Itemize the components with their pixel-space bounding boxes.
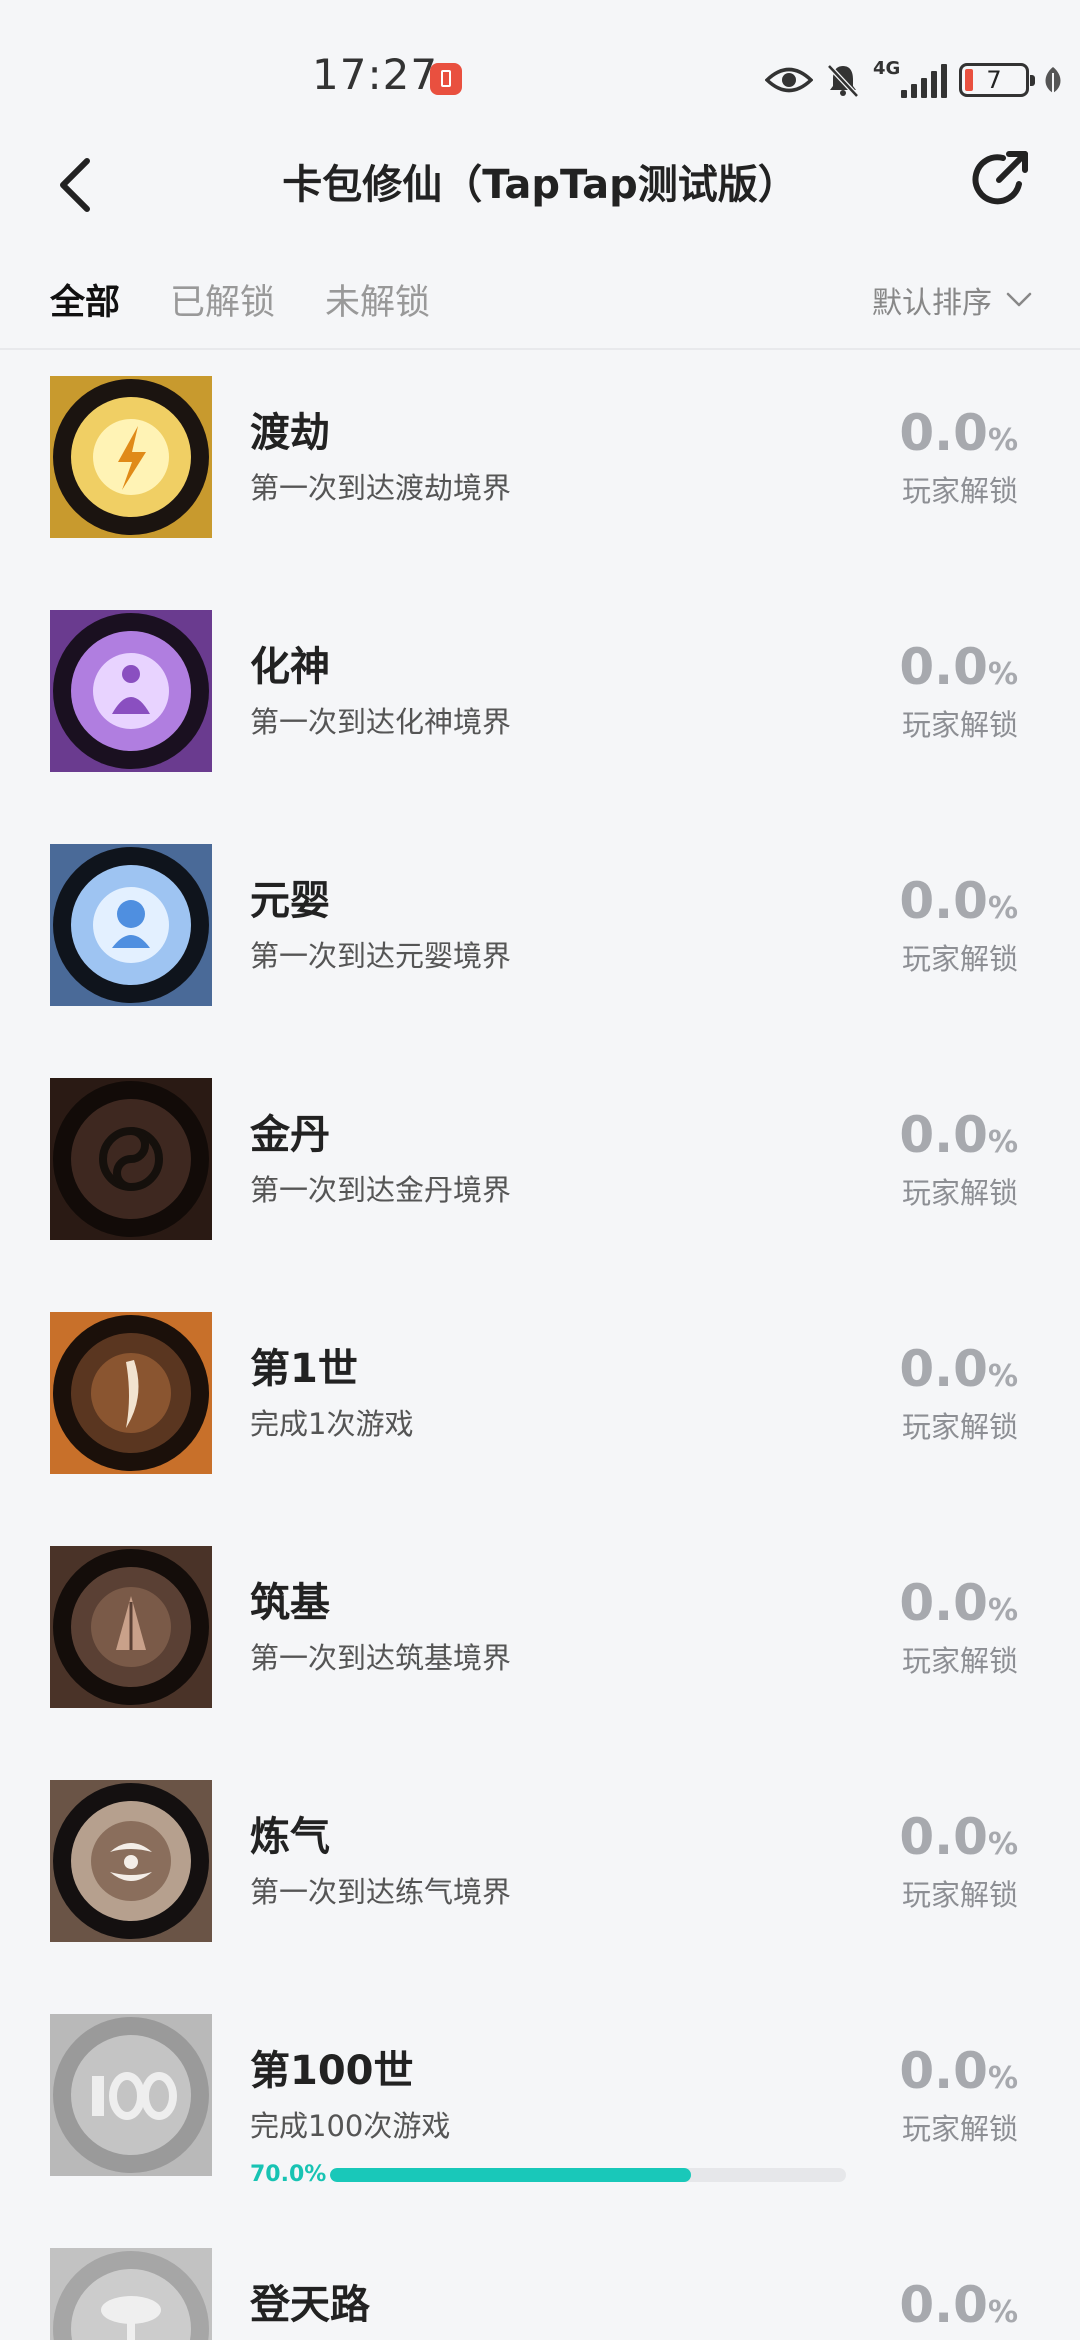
- unlock-rate: 0.0%: [899, 1574, 1018, 1632]
- unlock-rate: 0.0%: [899, 1808, 1018, 1866]
- achievement-item[interactable]: 筑基 第一次到达筑基境界 0.0% 玩家解锁: [0, 1520, 1080, 1754]
- header: 卡包修仙（TapTap测试版）: [0, 130, 1080, 240]
- progress-text: 70.0%: [250, 2162, 327, 2187]
- achievement-item[interactable]: 元婴 第一次到达元婴境界 0.0% 玩家解锁: [0, 818, 1080, 1052]
- battery-alert-icon: [430, 63, 462, 95]
- achievement-name: 筑基: [250, 1580, 330, 1626]
- back-arrow-icon: [60, 158, 90, 212]
- unlock-rate-label: 玩家解锁: [901, 1410, 1018, 1444]
- yin-yang-badge-icon: [50, 1078, 212, 1240]
- share-button[interactable]: [964, 140, 1038, 220]
- achievement-desc: 第一次到达练气境界: [250, 1875, 512, 1909]
- sort-dropdown[interactable]: 默认排序: [872, 278, 1032, 322]
- unlock-rate: 0.0%: [899, 872, 1018, 930]
- tab-locked[interactable]: 未解锁: [325, 274, 430, 325]
- unlock-rate-label: 玩家解锁: [901, 942, 1018, 976]
- eye-icon: [765, 67, 813, 93]
- page-title: 卡包修仙（TapTap测试版）: [282, 162, 798, 208]
- achievement-item[interactable]: 金丹 第一次到达金丹境界 0.0% 玩家解锁: [0, 1052, 1080, 1286]
- achievement-name: 元婴: [250, 878, 330, 924]
- achievement-name: 第100世: [250, 2048, 414, 2094]
- praying-hands-badge-icon: [50, 1546, 212, 1708]
- battery-level: 7: [986, 66, 1002, 94]
- unlock-rate: 0.0%: [899, 638, 1018, 696]
- unlock-rate-label: 玩家解锁: [901, 1176, 1018, 1210]
- status-time: 17:27: [312, 50, 439, 99]
- unlock-rate: 0.0%: [899, 404, 1018, 462]
- infant-figure-badge-icon: [50, 844, 212, 1006]
- achievement-desc: 完成100次游戏: [250, 2109, 451, 2143]
- sort-label: 默认排序: [872, 286, 992, 321]
- unlock-rate-label: 玩家解锁: [901, 708, 1018, 742]
- achievement-item[interactable]: 第100世 完成100次游戏 70.0% 0.0% 玩家解锁: [0, 1988, 1080, 2222]
- chevron-down-icon: [1006, 292, 1032, 307]
- unlock-rate-label: 玩家解锁: [901, 2112, 1018, 2146]
- unlock-rate: 0.0%: [899, 2276, 1018, 2334]
- achievement-desc: 完成1次游戏: [250, 1407, 414, 1441]
- unlock-rate: 0.0%: [899, 1106, 1018, 1164]
- bell-muted-icon: [827, 64, 859, 98]
- achievement-name: 炼气: [250, 1814, 330, 1860]
- unlock-rate-label: 玩家解锁: [901, 1644, 1018, 1678]
- achievement-name: 化神: [250, 644, 330, 690]
- achievement-name: 第1世: [250, 1346, 358, 1392]
- feather-badge-icon: [50, 1312, 212, 1474]
- tab-all[interactable]: 全部: [50, 274, 120, 325]
- status-bar: 17:27 4G 7: [0, 0, 1080, 130]
- achievement-desc: 第一次到达元婴境界: [250, 939, 512, 973]
- status-icons: 4G 7: [765, 58, 1065, 102]
- achievement-desc: 第一次到达筑基境界: [250, 1641, 512, 1675]
- unlock-rate: 0.0%: [899, 2042, 1018, 2100]
- achievement-name: 登天路: [250, 2282, 370, 2328]
- network-type: 4G: [873, 58, 901, 79]
- achievement-desc: 第一次到达金丹境界: [250, 1173, 512, 1207]
- lightning-badge-icon: [50, 376, 212, 538]
- meditating-figure-badge-icon: [50, 610, 212, 772]
- share-icon: [972, 151, 1028, 205]
- achievement-item[interactable]: 炼气 第一次到达练气境界 0.0% 玩家解锁: [0, 1754, 1080, 1988]
- filter-tabs: 全部 已解锁 未解锁 默认排序: [0, 250, 1080, 350]
- tab-unlocked[interactable]: 已解锁: [170, 274, 275, 325]
- achievement-item[interactable]: 渡劫 第一次到达渡劫境界 0.0% 玩家解锁: [0, 350, 1080, 584]
- leaf-icon: [1045, 67, 1061, 93]
- achievement-desc: 第一次到达化神境界: [250, 705, 512, 739]
- achievement-progress: 70.0%: [250, 2160, 850, 2190]
- signal-icon: 4G: [873, 58, 947, 98]
- unlock-rate-label: 玩家解锁: [901, 1878, 1018, 1912]
- achievement-desc: 第一次到达渡劫境界: [250, 471, 512, 505]
- achievement-item[interactable]: 登天路 0.0% 玩家解锁: [0, 2222, 1080, 2340]
- number-100-badge-icon: [50, 2014, 212, 2176]
- battery-icon: 7: [959, 63, 1035, 97]
- achievement-name: 金丹: [250, 1112, 330, 1158]
- swirl-hands-badge-icon: [50, 1780, 212, 1942]
- achievement-item[interactable]: 化神 第一次到达化神境界 0.0% 玩家解锁: [0, 584, 1080, 818]
- progress-fill: [330, 2168, 692, 2182]
- achievements-page: 17:27 4G 7 卡包修仙（TapTap测试版） 全部 已解锁 未解锁 默认…: [0, 0, 1080, 2340]
- achievement-name: 渡劫: [250, 410, 330, 456]
- back-button[interactable]: [40, 130, 110, 240]
- achievement-item[interactable]: 第1世 完成1次游戏 0.0% 玩家解锁: [0, 1286, 1080, 1520]
- tree-badge-icon: [50, 2248, 212, 2340]
- unlock-rate: 0.0%: [899, 1340, 1018, 1398]
- progress-track: [330, 2168, 846, 2182]
- unlock-rate-label: 玩家解锁: [901, 474, 1018, 508]
